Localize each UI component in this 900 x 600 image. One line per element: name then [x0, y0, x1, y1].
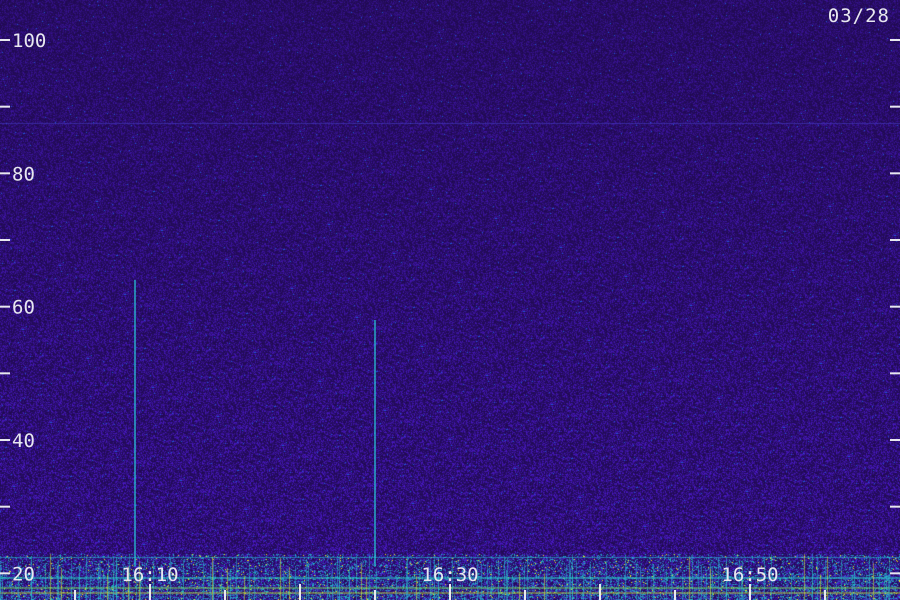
x-tick-label-2: 16:30: [421, 564, 478, 586]
y-tick-label-80: 80: [12, 163, 35, 185]
y-tick-label-60: 60: [12, 297, 35, 319]
y-tick-label-20: 20: [12, 563, 35, 585]
date-label: 03/28: [827, 5, 890, 27]
y-tick-label-40: 40: [12, 430, 35, 452]
x-tick-label-3: 16:50: [721, 564, 778, 586]
y-tick-label-100: 100: [12, 30, 46, 52]
x-tick-label-1: 16:10: [121, 564, 178, 586]
spectrogram-chart: 20 40 60 80 100 16:10 16:30 16:50: [0, 0, 900, 600]
